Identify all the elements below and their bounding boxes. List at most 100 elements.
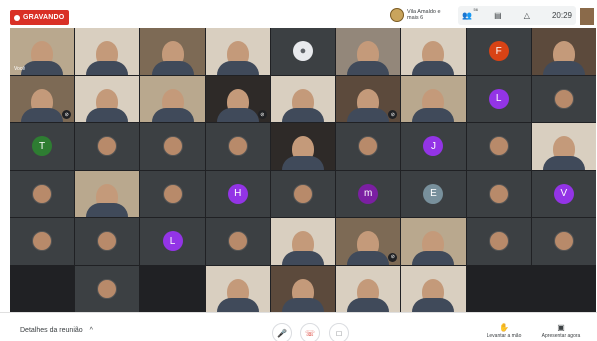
participant-tile[interactable]	[401, 28, 466, 75]
present-now-button[interactable]: ▣ Apresentar agora	[538, 323, 584, 339]
pinned-participant[interactable]: Vila Amaldo e mais 6	[390, 8, 447, 22]
participant-tile[interactable]	[75, 265, 140, 312]
participant-tile[interactable]	[531, 28, 596, 75]
meeting-details-label: Detalhes da reunião	[20, 327, 83, 334]
camera-icon: □	[336, 328, 342, 338]
participant-tile[interactable]: ⊘	[10, 75, 75, 122]
participant-avatar	[97, 136, 118, 157]
participant-tile[interactable]	[140, 123, 205, 170]
participant-tile[interactable]	[75, 123, 140, 170]
participant-tile[interactable]	[205, 265, 270, 312]
people-icon[interactable]: 👥 56	[462, 7, 478, 20]
participant-tile[interactable]	[75, 75, 140, 122]
camera-button[interactable]: □	[329, 323, 349, 341]
participant-tile[interactable]	[140, 170, 205, 217]
participant-tile[interactable]	[140, 28, 205, 75]
participant-tile[interactable]	[270, 218, 336, 265]
recording-badge: GRAVANDO	[10, 10, 70, 25]
participant-tile[interactable]	[10, 218, 75, 265]
participant-tile[interactable]: J	[401, 123, 466, 170]
participant-tile[interactable]	[205, 218, 270, 265]
participant-initial: T	[32, 136, 53, 157]
participant-tile[interactable]	[466, 170, 531, 217]
participant-video-body	[281, 108, 324, 122]
participant-tile[interactable]: F	[466, 28, 531, 75]
pinned-name: Vila Amaldo e mais 6	[407, 9, 441, 21]
participant-tile[interactable]	[336, 265, 401, 312]
participant-tile[interactable]	[401, 265, 466, 312]
participant-video-body	[86, 108, 129, 122]
participant-video-body	[151, 60, 194, 75]
participant-tile[interactable]: E	[401, 170, 466, 217]
raise-hand-button[interactable]: ✋ Levantar a mão	[483, 323, 525, 339]
participant-tile[interactable]	[531, 218, 596, 265]
participant-tile[interactable]	[401, 218, 466, 265]
participant-initial: E	[423, 183, 444, 204]
participant-tile[interactable]	[401, 75, 466, 122]
participant-tile[interactable]	[75, 170, 140, 217]
participant-tile[interactable]: V	[531, 170, 596, 217]
chevron-up-icon: ^	[89, 327, 93, 334]
self-preview-thumbnail[interactable]	[580, 8, 594, 25]
participant-avatar	[488, 183, 509, 204]
participant-tile[interactable]	[531, 75, 596, 122]
participant-tile[interactable]	[75, 218, 140, 265]
participant-tile[interactable]	[75, 28, 140, 75]
participant-tile[interactable]	[531, 123, 596, 170]
participant-video-body	[542, 60, 585, 75]
end-call-button[interactable]: ☏	[300, 323, 320, 341]
participant-video-body	[347, 298, 390, 312]
participant-grid: Você ● F ⊘ ⊘ ⊘ L T J Hm E V L ⊘	[10, 28, 596, 312]
participant-avatar	[97, 278, 118, 299]
participant-video-body	[412, 108, 455, 122]
participant-avatar	[227, 231, 248, 252]
participant-tile[interactable]	[466, 218, 531, 265]
microphone-button[interactable]: 🎤	[272, 323, 292, 341]
participant-avatar	[553, 231, 574, 252]
present-icon: ▣	[557, 323, 565, 332]
participant-tile[interactable]	[270, 265, 336, 312]
meet-window: GRAVANDO Vila Amaldo e mais 6 👥 56 ▤ △ 20…	[0, 0, 597, 341]
participant-tile[interactable]: L	[466, 75, 531, 122]
participant-tile[interactable]	[10, 170, 75, 217]
participant-initial: L	[488, 88, 509, 109]
end-call-icon: ☏	[304, 328, 315, 338]
meeting-details-button[interactable]: Detalhes da reunião ^	[20, 327, 93, 334]
participant-tile[interactable]	[205, 28, 270, 75]
participant-tile[interactable]: ●	[270, 28, 336, 75]
participant-tile[interactable]: Você	[10, 28, 75, 75]
participant-tile[interactable]: ⊘	[205, 75, 270, 122]
participant-initial: L	[162, 231, 183, 252]
participant-video-body	[216, 60, 259, 75]
participant-tile[interactable]: T	[10, 123, 75, 170]
participant-avatar	[32, 231, 53, 252]
participant-tile[interactable]	[270, 123, 336, 170]
chat-icon[interactable]: ▤	[494, 11, 502, 20]
participant-tile[interactable]	[336, 28, 401, 75]
participant-tile[interactable]	[270, 170, 336, 217]
participant-tile[interactable]	[466, 123, 531, 170]
participant-video-body	[281, 250, 324, 265]
participant-tile[interactable]: ⊘	[336, 75, 401, 122]
record-dot-icon	[14, 14, 20, 21]
clock: 20:29	[551, 11, 572, 20]
participant-tile[interactable]	[336, 123, 401, 170]
participant-avatar	[553, 88, 574, 109]
participant-tile[interactable]	[205, 123, 270, 170]
participant-tile[interactable]: m	[336, 170, 401, 217]
top-bar: GRAVANDO Vila Amaldo e mais 6 👥 56 ▤ △ 20…	[0, 0, 597, 28]
participant-avatar	[227, 136, 248, 157]
participant-initial: V	[553, 183, 574, 204]
participant-video-body	[281, 298, 324, 312]
participant-video-body	[216, 108, 259, 122]
activities-icon[interactable]: △	[524, 11, 530, 20]
participant-tile[interactable]: L	[140, 218, 205, 265]
participant-tile[interactable]: H	[205, 170, 270, 217]
participant-tile[interactable]	[140, 75, 205, 122]
participant-video-body	[347, 108, 390, 122]
bottom-bar: Detalhes da reunião ^ 🎤 ☏ □ ✋ Levantar a…	[0, 312, 597, 341]
participant-tile[interactable]: ⊘	[336, 218, 401, 265]
participant-video-body	[151, 108, 194, 122]
mic-off-icon: ⊘	[257, 110, 267, 119]
participant-tile[interactable]	[270, 75, 336, 122]
